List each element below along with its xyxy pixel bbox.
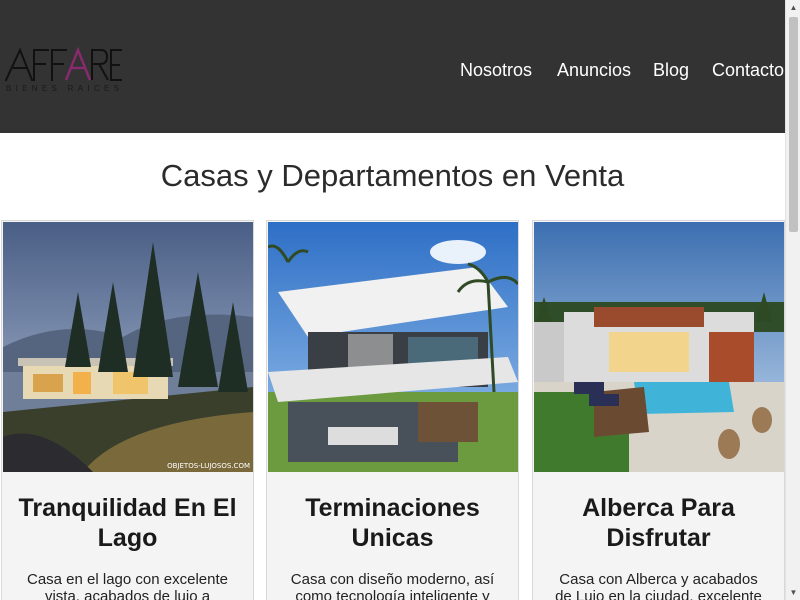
nav-link-anuncios[interactable]: Anuncios [557,60,631,81]
listing-title[interactable]: Tranquilidad En El Lago [2,493,253,553]
listing-card[interactable]: OBJETOS-LUJOSOS.COM Tranquilidad En El L… [1,220,254,600]
scroll-down-arrow-icon[interactable]: ▼ [786,585,800,600]
affare-logo[interactable]: BIENES RAICES [4,44,124,96]
page-scrollbar[interactable]: ▲ ▼ [785,0,800,600]
listing-card[interactable]: Terminaciones Unicas Casa con diseño mod… [266,220,519,600]
page-title: Casas y Departamentos en Venta [160,158,625,193]
scroll-up-arrow-icon[interactable]: ▲ [786,0,800,15]
listing-card[interactable]: Alberca Para Disfrutar Casa con Alberca … [532,220,785,600]
logo-mark [4,46,122,82]
nav-link-blog[interactable]: Blog [653,60,689,81]
listing-image-modern-house[interactable] [268,222,518,472]
scrollbar-thumb[interactable] [789,17,798,232]
nav-link-contacto[interactable]: Contacto [712,60,784,81]
listing-title[interactable]: Alberca Para Disfrutar [533,493,784,553]
listing-image-pool-house[interactable] [534,222,784,472]
listing-description: Casa en el lago con excelente vista, aca… [27,571,228,600]
listing-title[interactable]: Terminaciones Unicas [267,493,518,553]
listing-description: Casa con diseño moderno, así como tecnol… [290,571,495,600]
listing-image-lake-house[interactable]: OBJETOS-LUJOSOS.COM [3,222,253,472]
image-watermark: OBJETOS-LUJOSOS.COM [167,462,250,470]
site-header: BIENES RAICES Nosotros Anuncios Blog Con… [0,0,785,133]
nav-link-nosotros[interactable]: Nosotros [460,60,532,81]
logo-subtitle: BIENES RAICES [6,84,124,93]
listing-description: Casa con Alberca y acabados de Lujo en l… [555,571,762,600]
